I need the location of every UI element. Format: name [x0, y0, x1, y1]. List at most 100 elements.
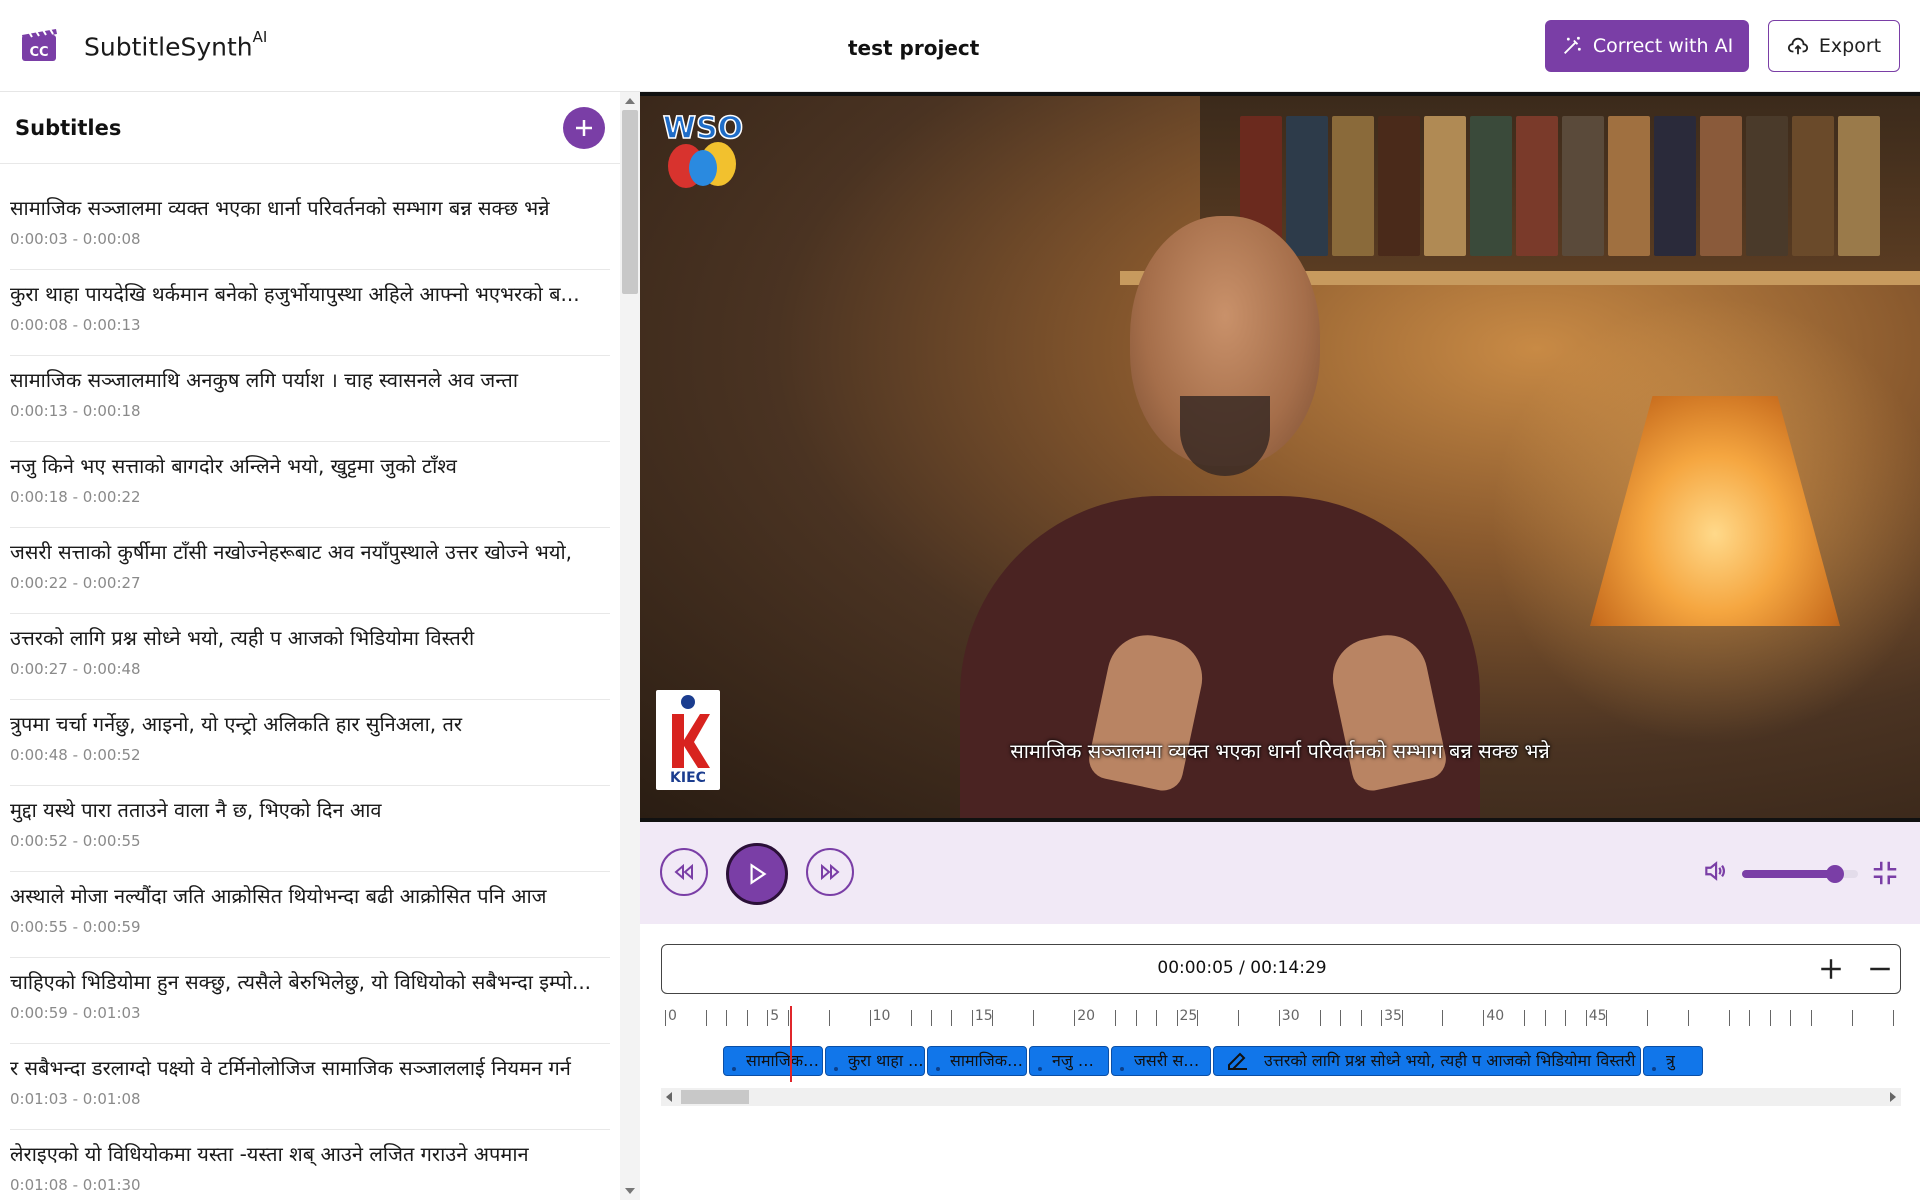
project-title: test project — [848, 36, 980, 60]
timeline-clip[interactable]: त्रु — [1643, 1046, 1703, 1076]
subtitle-text: अस्थाले मोजा नल्यौंदा जति आक्रोसित थियोभ… — [10, 884, 547, 908]
clip-label: नजु कि... — [1052, 1051, 1109, 1070]
clip-label: जसरी सत्ता... — [1134, 1051, 1211, 1070]
subtitle-item[interactable]: नजु किने भए सत्ताको बागदोर अन्लिने भयो, … — [10, 442, 610, 528]
app-header: CC SubtitleSynthAI test project Correct … — [0, 0, 1920, 92]
timeline-playhead[interactable] — [790, 1006, 792, 1082]
ruler-minor-tick — [1524, 1010, 1526, 1026]
ruler-minor-tick — [1319, 1010, 1321, 1026]
ruler-minor-tick — [726, 1010, 728, 1026]
export-button[interactable]: Export — [1768, 20, 1900, 72]
ruler-major-tick — [767, 1010, 769, 1026]
ruler-minor-tick — [705, 1010, 707, 1026]
timeline-clip[interactable]: जसरी सत्ता... — [1111, 1046, 1211, 1076]
subtitle-item[interactable]: र सबैभन्दा डरलाग्दो पक्ष्यो वे टर्मिनोलो… — [10, 1044, 610, 1130]
zoom-out-icon[interactable] — [1867, 956, 1893, 982]
subtitle-text: चाहिएको भिडियोमा हुन सक्छु, त्यसैले बेरु… — [10, 970, 592, 994]
ruler-minor-tick — [910, 1010, 912, 1026]
subtitle-time: 0:00:03 - 0:00:08 — [10, 230, 141, 248]
clapperboard-cc-icon: CC — [22, 28, 57, 61]
subtitle-time: 0:00:13 - 0:00:18 — [10, 402, 141, 420]
subtitle-time: 0:00:55 - 0:00:59 — [10, 918, 141, 936]
subtitle-time: 0:00:48 - 0:00:52 — [10, 746, 141, 764]
correct-with-ai-button[interactable]: Correct with AI — [1545, 20, 1749, 72]
ruler-minor-tick — [992, 1010, 994, 1026]
volume-slider[interactable] — [1742, 865, 1858, 883]
svg-text:CC: CC — [29, 45, 48, 60]
magic-wand-icon — [1563, 36, 1581, 54]
ruler-label: 5 — [770, 1008, 780, 1024]
ruler-minor-tick — [1647, 1010, 1649, 1026]
subtitle-item[interactable]: सामाजिक सञ्जालमा व्यक्त भएका धार्ना परिव… — [10, 184, 610, 270]
timeline-ruler[interactable]: 0 5 10 15 20 25 30 35 40 45 — [661, 1006, 1901, 1032]
subtitle-item[interactable]: उत्तरको लागि प्रश्न सोध्ने भयो, त्यही प … — [10, 614, 610, 700]
ruler-minor-tick — [828, 1010, 830, 1026]
scroll-right-icon[interactable] — [1890, 1092, 1896, 1102]
play-icon — [750, 863, 767, 885]
fast-forward-button[interactable] — [806, 848, 854, 896]
scroll-thumb[interactable] — [622, 110, 638, 294]
subtitle-time: 0:00:59 - 0:01:03 — [10, 1004, 141, 1022]
ruler-major-tick — [1790, 1010, 1792, 1026]
subtitle-text: लेराइएको यो विधियोकमा यस्ता -यस्ता शब् आ… — [10, 1142, 529, 1166]
volume-slider-fill — [1742, 870, 1835, 878]
ruler-minor-tick — [1360, 1010, 1362, 1026]
ruler-label: 25 — [1179, 1008, 1198, 1024]
volume-icon[interactable] — [1702, 858, 1728, 884]
ruler-minor-tick — [1442, 1010, 1444, 1026]
subtitle-item[interactable]: त्रुपमा चर्चा गर्नेछु, आइनो, यो एन्ट्रो … — [10, 700, 610, 786]
timeline-clip[interactable]: सामाजिक ... — [927, 1046, 1027, 1076]
ruler-minor-tick — [1749, 1010, 1751, 1026]
subtitle-item[interactable]: मुद्दा यस्थे पारा तताउने वाला नै छ, भिएक… — [10, 786, 610, 872]
subtitle-item[interactable]: कुरा थाहा पायदेखि थर्कमान बनेको हजुर्भोय… — [10, 270, 610, 356]
subtitle-text: नजु किने भए सत्ताको बागदोर अन्लिने भयो, … — [10, 454, 457, 478]
app-name: SubtitleSynthAI — [84, 28, 268, 62]
subtitle-track: सामाजिक ... कुरा थाहा ... सामाजिक ... नज… — [661, 1044, 1901, 1078]
rewind-button[interactable] — [660, 848, 708, 896]
ruler-label: 35 — [1384, 1008, 1402, 1024]
subtitle-text: जसरी सत्ताको कुर्षीमा टाँसी नखोज्नेहरूबा… — [10, 540, 572, 564]
scroll-up-icon[interactable] — [625, 98, 635, 104]
ruler-major-tick — [1176, 1010, 1178, 1026]
ruler-major-tick — [1483, 1010, 1485, 1026]
subtitle-text: त्रुपमा चर्चा गर्नेछु, आइनो, यो एन्ट्रो … — [10, 712, 463, 736]
play-button[interactable] — [726, 843, 788, 905]
subtitle-item[interactable]: चाहिएको भिडियोमा हुन सक्छु, त्यसैले बेरु… — [10, 958, 610, 1044]
ruler-major-tick — [971, 1010, 973, 1026]
kiec-logo: KIEC — [656, 690, 720, 790]
sidebar-scrollbar[interactable] — [620, 92, 640, 1200]
ruler-major-tick — [1381, 1010, 1383, 1026]
ruler-major-tick — [1278, 1010, 1280, 1026]
exit-fullscreen-icon[interactable] — [1870, 858, 1900, 888]
ruler-minor-tick — [746, 1010, 748, 1026]
video-player[interactable]: WSO KIEC सामाजिक सञ्जालमा व्यक्त भएका धा… — [640, 92, 1920, 822]
timeline-scroll-thumb[interactable] — [681, 1090, 749, 1104]
ruler-label: 30 — [1281, 1008, 1300, 1024]
scroll-down-icon[interactable] — [625, 1188, 635, 1194]
add-subtitle-button[interactable] — [563, 107, 605, 149]
subtitle-item[interactable]: अस्थाले मोजा नल्यौंदा जति आक्रोसित थियोभ… — [10, 872, 610, 958]
ruler-minor-tick — [1196, 1010, 1198, 1026]
subtitle-item[interactable]: सामाजिक सञ्जालमाथि अनकुष लगि पर्याश । चा… — [10, 356, 610, 442]
time-bar: 00:00:05 / 00:14:29 — [661, 944, 1901, 994]
ruler-minor-tick — [1115, 1010, 1117, 1026]
timeline-clip-selected[interactable]: उत्तरको लागि प्रश्न सोध्ने भयो, त्यही प … — [1213, 1046, 1641, 1076]
subtitle-item[interactable]: जसरी सत्ताको कुर्षीमा टाँसी नखोज्नेहरूबा… — [10, 528, 610, 614]
ruler-minor-tick — [1544, 1010, 1546, 1026]
timeline-scrollbar[interactable] — [661, 1088, 1901, 1106]
edit-icon[interactable] — [1226, 1052, 1250, 1072]
zoom-in-icon[interactable] — [1818, 956, 1844, 982]
timeline-clip[interactable]: कुरा थाहा ... — [825, 1046, 925, 1076]
subtitle-text: र सबैभन्दा डरलाग्दो पक्ष्यो वे टर्मिनोलो… — [10, 1056, 571, 1080]
subtitle-item[interactable]: लेराइएको यो विधियोकमा यस्ता -यस्ता शब् आ… — [10, 1130, 610, 1200]
scroll-left-icon[interactable] — [666, 1092, 672, 1102]
fast-forward-icon — [821, 863, 840, 881]
ruler-major-tick — [1892, 1010, 1894, 1026]
timeline-clip[interactable]: नजु कि... — [1029, 1046, 1109, 1076]
timeline-clip[interactable]: सामाजिक ... — [723, 1046, 823, 1076]
rewind-icon — [674, 863, 693, 881]
volume-slider-knob[interactable] — [1825, 865, 1844, 883]
subtitle-time: 0:01:08 - 0:01:30 — [10, 1176, 141, 1194]
ruler-major-tick — [665, 1010, 666, 1026]
correct-with-ai-label: Correct with AI — [1592, 35, 1734, 57]
